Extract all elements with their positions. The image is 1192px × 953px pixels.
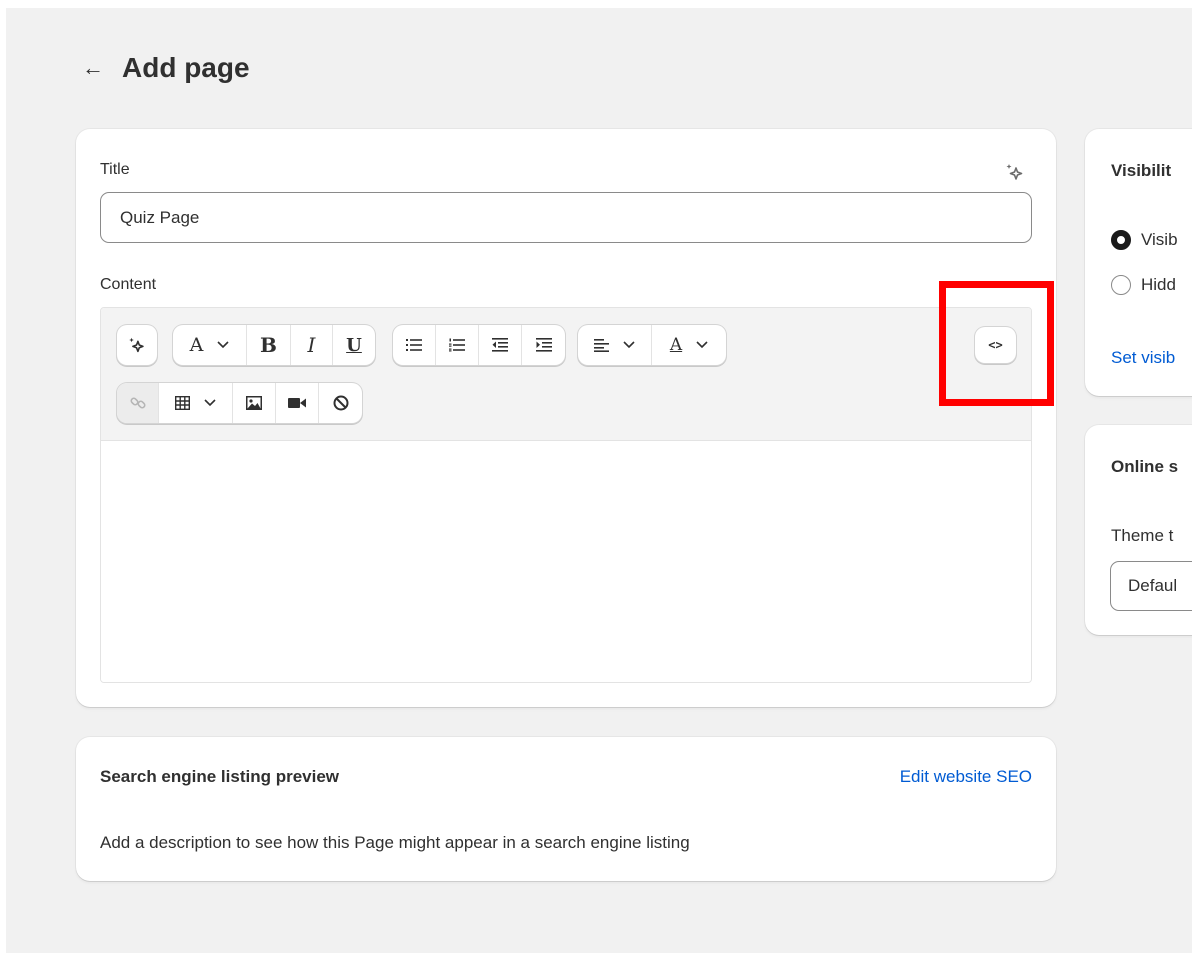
link-icon[interactable] [117, 383, 159, 423]
text-format-group: A B I U [173, 325, 375, 365]
chevron-down-icon [204, 399, 216, 407]
font-style-dropdown[interactable]: A [173, 325, 247, 365]
online-store-card: Online s Theme t Defaul [1085, 425, 1192, 635]
chevron-down-icon [623, 341, 635, 349]
content-label: Content [100, 276, 157, 293]
align-left-icon [594, 338, 609, 352]
editor-content-area[interactable] [101, 441, 1031, 682]
image-icon[interactable] [233, 383, 276, 423]
seo-title: Search engine listing preview [100, 767, 340, 786]
code-group: <> [975, 327, 1016, 363]
align-dropdown[interactable] [578, 325, 652, 365]
title-input[interactable]: Quiz Page [100, 192, 1032, 243]
visible-radio[interactable] [1111, 230, 1131, 250]
bulleted-list-icon[interactable] [393, 325, 436, 365]
set-visibility-date-link[interactable]: Set visib [1111, 348, 1175, 368]
chevron-down-icon [217, 341, 229, 349]
seo-description: Add a description to see how this Page m… [100, 833, 690, 852]
list-group [393, 325, 565, 365]
arrow-left-icon[interactable]: ← [82, 57, 112, 79]
hidden-radio[interactable] [1111, 275, 1131, 295]
hidden-radio-option[interactable]: Hidd [1111, 275, 1176, 295]
numbered-list-icon[interactable] [436, 325, 479, 365]
theme-template-label: Theme t [1111, 526, 1174, 545]
theme-template-select[interactable]: Defaul [1110, 561, 1192, 611]
text-color-label: A [669, 335, 683, 355]
sparkle-icon[interactable] [1004, 161, 1026, 183]
outdent-icon[interactable] [479, 325, 522, 365]
insert-group [117, 383, 362, 423]
visibility-title: Visibilit [1111, 161, 1172, 180]
seo-preview-card: Search engine listing preview Edit websi… [76, 737, 1056, 881]
video-icon[interactable] [276, 383, 319, 423]
visible-radio-option[interactable]: Visib [1111, 230, 1178, 250]
edit-seo-link[interactable]: Edit website SEO [900, 767, 1032, 787]
visible-radio-label: Visib [1141, 230, 1178, 249]
page-content-card: Title Quiz Page Content A B I U A <> [76, 129, 1056, 707]
italic-button[interactable]: I [291, 325, 333, 365]
show-html-button[interactable]: <> [975, 327, 1016, 363]
rich-text-editor: A B I U A <> [100, 307, 1032, 683]
online-store-title: Online s [1111, 457, 1179, 476]
font-style-label: A [189, 334, 204, 356]
alignment-color-group: A [578, 325, 726, 365]
underline-button[interactable]: U [333, 325, 375, 365]
hidden-radio-label: Hidd [1141, 275, 1176, 294]
table-dropdown[interactable] [159, 383, 233, 423]
ai-group [117, 325, 157, 365]
visibility-card: Visibilit Visib Hidd Set visib [1085, 129, 1192, 396]
clear-formatting-icon[interactable] [319, 383, 362, 423]
page-title: Add page [122, 52, 250, 83]
sparkle-icon[interactable] [117, 325, 157, 365]
chevron-down-icon [696, 341, 708, 349]
page-header: ← Add page [82, 48, 250, 88]
editor-toolbar: A B I U A <> [101, 308, 1031, 441]
text-color-dropdown[interactable]: A [652, 325, 726, 365]
indent-icon[interactable] [522, 325, 565, 365]
title-label: Title [100, 161, 130, 178]
bold-button[interactable]: B [247, 325, 291, 365]
table-icon [175, 396, 190, 410]
